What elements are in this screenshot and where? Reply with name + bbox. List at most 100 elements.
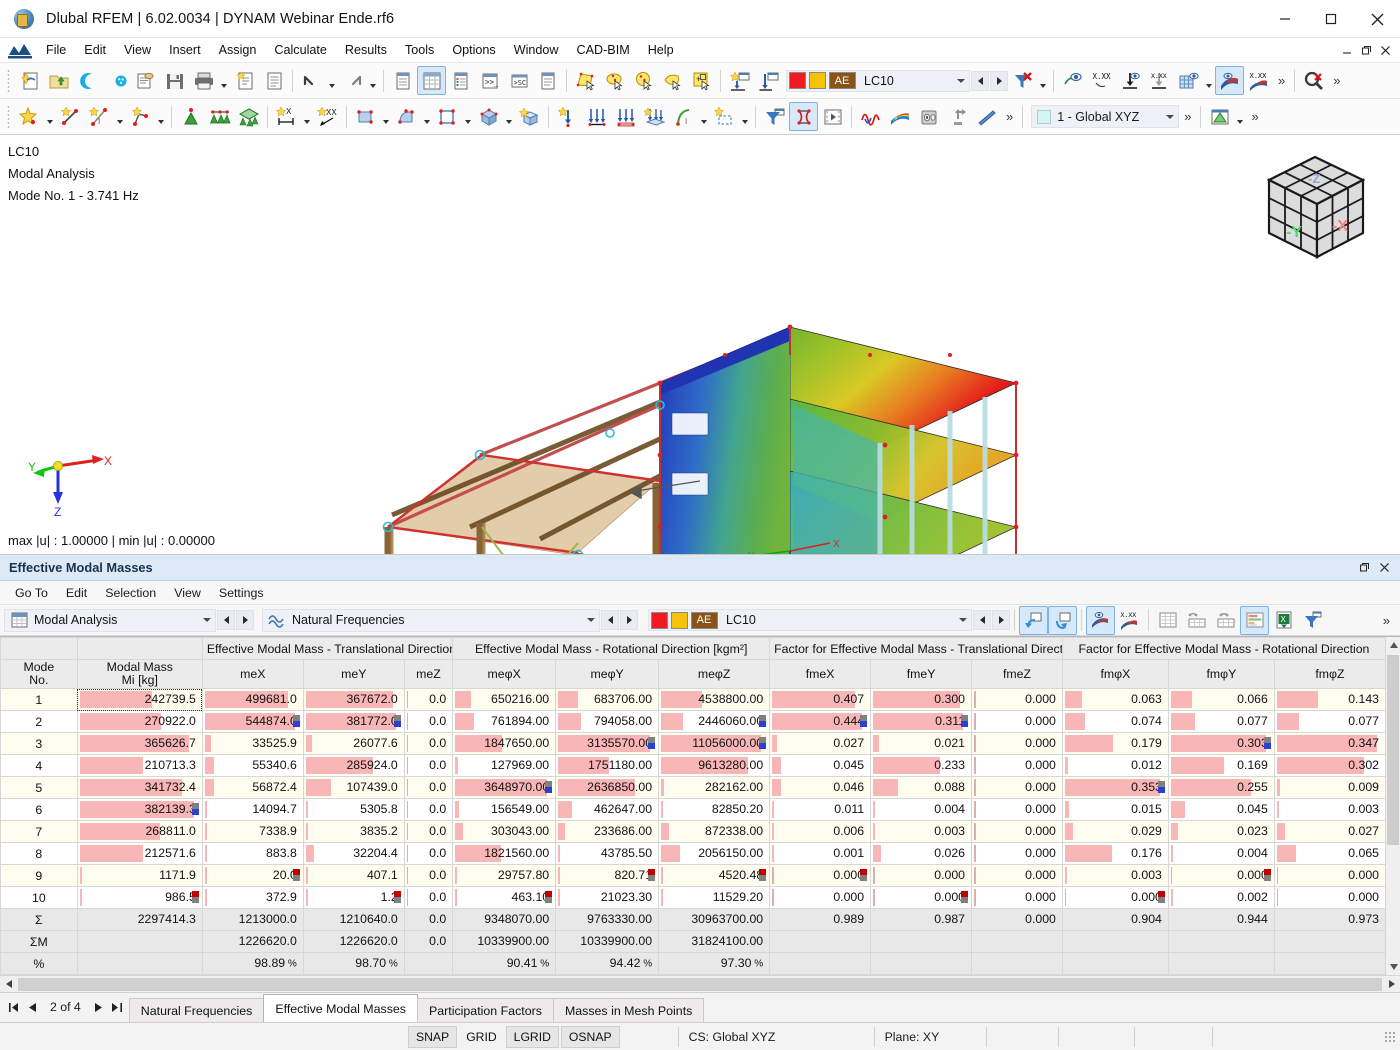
table-row[interactable]: 10 986.5 372.9 1.2 0.0 463.10 21023.30 11529.20… (0, 886, 1387, 909)
new-node-icon[interactable] (15, 102, 44, 131)
polyline-dropdown-icon[interactable] (155, 102, 167, 131)
free-load-icon[interactable] (710, 102, 739, 131)
cell-fmeX[interactable] (769, 952, 872, 975)
panel-close-button[interactable] (1376, 559, 1393, 576)
cell-meX[interactable]: 56872.4 (201, 776, 304, 799)
cell-fmeZ[interactable]: 0.000 (971, 754, 1063, 777)
menu-file[interactable]: File (37, 40, 75, 60)
cell-fmphX[interactable]: 0.063 (1061, 688, 1169, 711)
cell-fmeY[interactable]: 0.000 (870, 864, 973, 887)
menu-edit[interactable]: Edit (75, 40, 115, 60)
col-fmeZ[interactable]: fmeZ (971, 659, 1063, 689)
cell-meX[interactable]: 499681.0 (201, 688, 304, 711)
select-by-circle-icon[interactable] (629, 66, 658, 95)
cell-mi[interactable]: 341732.4 (76, 776, 203, 799)
next-tab-button[interactable] (91, 998, 107, 1016)
cell-meY[interactable]: 381772.0 (302, 710, 405, 733)
cell-fmeY[interactable]: 0.003 (870, 820, 973, 843)
new-surface-icon[interactable] (351, 102, 380, 131)
scroll-up-icon[interactable] (1386, 637, 1400, 654)
cell-meY[interactable]: 367672.0 (302, 688, 405, 711)
cell-fmphZ[interactable]: 0.065 (1273, 842, 1387, 865)
cell-fmphX[interactable]: 0.179 (1061, 732, 1169, 755)
cell-meZ[interactable]: 0.0 (403, 820, 454, 843)
cell-fmphZ[interactable] (1273, 930, 1387, 953)
cell-fmphY[interactable]: 0.255 (1167, 776, 1275, 799)
dimension-icon[interactable]: X (272, 102, 301, 131)
cell-mephY[interactable]: 43785.50 (555, 842, 660, 865)
table-row[interactable]: 5 341732.4 56872.4 107439.0 0.0 3648970.00 263… (0, 776, 1387, 799)
cell-meX[interactable]: 14094.7 (201, 798, 304, 821)
cell-mode-no[interactable]: 5 (0, 776, 78, 799)
table-view-filtered-icon[interactable] (1211, 606, 1240, 635)
cell-mephY[interactable]: 794058.00 (555, 710, 660, 733)
cell-fmphY[interactable]: 0.303 (1167, 732, 1275, 755)
cell-fmeX[interactable]: 0.444 (769, 710, 872, 733)
cell-meY[interactable]: 285924.0 (302, 754, 405, 777)
scroll-right-icon[interactable] (1383, 976, 1400, 992)
free-load-dropdown-icon[interactable] (739, 102, 751, 131)
console-icon[interactable]: >>_ (475, 66, 504, 95)
cell-fmphY[interactable]: 0.023 (1167, 820, 1275, 843)
cell-fmeY[interactable]: 0.021 (870, 732, 973, 755)
col-modal-mass[interactable]: Modal Mass Mi [kg] (76, 659, 203, 689)
cell-mode-no[interactable]: 4 (0, 754, 78, 777)
panel-restore-button[interactable] (1356, 559, 1373, 576)
save-icon[interactable] (160, 66, 189, 95)
cell-fmphZ[interactable]: 0.003 (1273, 798, 1387, 821)
redo-icon[interactable] (338, 66, 367, 95)
col-fmphiX[interactable]: fmφX (1061, 659, 1169, 689)
zoom-reset-icon[interactable] (1299, 66, 1328, 95)
mdi-close-button[interactable] (1377, 42, 1394, 59)
col-mephiX[interactable]: meφX (452, 659, 557, 689)
cell-fmphZ[interactable] (1273, 952, 1387, 975)
osnap-toggle[interactable]: OSNAP (560, 1025, 620, 1048)
col-meY[interactable]: meY (302, 659, 405, 689)
cell-fmphZ[interactable]: 0.027 (1273, 820, 1387, 843)
navigator-icon[interactable] (388, 66, 417, 95)
solid-dropdown-icon[interactable] (503, 102, 515, 131)
maximize-button[interactable] (1308, 0, 1354, 38)
support-reactions-icon[interactable]: X.XX (1145, 66, 1174, 95)
chevron-down-icon[interactable] (953, 79, 969, 83)
cell-meX[interactable]: 883.8 (201, 842, 304, 865)
cell-mephY[interactable]: 94.42 % (555, 952, 660, 975)
menu-help[interactable]: Help (639, 40, 683, 60)
coordinates-icon[interactable]: XX (313, 102, 342, 131)
cell-mi[interactable]: 1171.9 (76, 864, 203, 887)
new-member-icon[interactable]: I (85, 102, 114, 131)
cell-mode-no[interactable]: 2 (0, 710, 78, 733)
panel-load-case-selector[interactable]: AE LC10 (648, 609, 972, 632)
cell-meZ[interactable]: 0.0 (403, 776, 454, 799)
cell-fmphY[interactable]: 0.000 (1167, 864, 1275, 887)
cell-fmphY[interactable]: 0.004 (1167, 842, 1275, 865)
cell-meX[interactable]: 372.9 (201, 886, 304, 909)
curved-surface-icon[interactable] (392, 102, 421, 131)
last-tab-button[interactable] (109, 998, 125, 1016)
cell-meX[interactable]: 33525.9 (201, 732, 304, 755)
analysis-prev-button[interactable] (217, 610, 235, 631)
cell-fmeZ[interactable]: 0.000 (971, 886, 1063, 909)
surface-support-icon[interactable] (234, 102, 263, 131)
mesh-dropdown-icon[interactable] (1203, 66, 1215, 95)
cell-fmphX[interactable]: 0.353 (1061, 776, 1169, 799)
resize-grip[interactable] (1384, 1030, 1396, 1043)
cell-mephY[interactable]: 233686.00 (555, 820, 660, 843)
cell-fmeX[interactable]: 0.407 (769, 688, 872, 711)
table-filter-icon[interactable] (1298, 606, 1327, 635)
cell-mephY[interactable]: 10339900.00 (555, 930, 660, 953)
cell-meZ[interactable]: 0.0 (403, 710, 454, 733)
cell-fmphZ[interactable]: 0.000 (1273, 864, 1387, 887)
model-viewport[interactable]: LC10 Modal Analysis Mode No. 1 - 3.741 H… (0, 135, 1400, 556)
cell-fmeY[interactable]: 0.233 (870, 754, 973, 777)
cell-fmeX[interactable]: 0.001 (769, 842, 872, 865)
menu-tools[interactable]: Tools (396, 40, 443, 60)
table-horizontal-scrollbar[interactable] (0, 975, 1400, 992)
cell-mephX[interactable]: 761894.00 (452, 710, 557, 733)
table-view-all-icon[interactable] (1153, 606, 1182, 635)
cell-mephX[interactable]: 303043.00 (452, 820, 557, 843)
cell-mephY[interactable]: 3135570.00 (555, 732, 660, 755)
cell-fmphX[interactable] (1061, 930, 1169, 953)
cloud-open-icon[interactable] (73, 66, 102, 95)
cell-mephZ[interactable]: 282162.00 (658, 776, 771, 799)
